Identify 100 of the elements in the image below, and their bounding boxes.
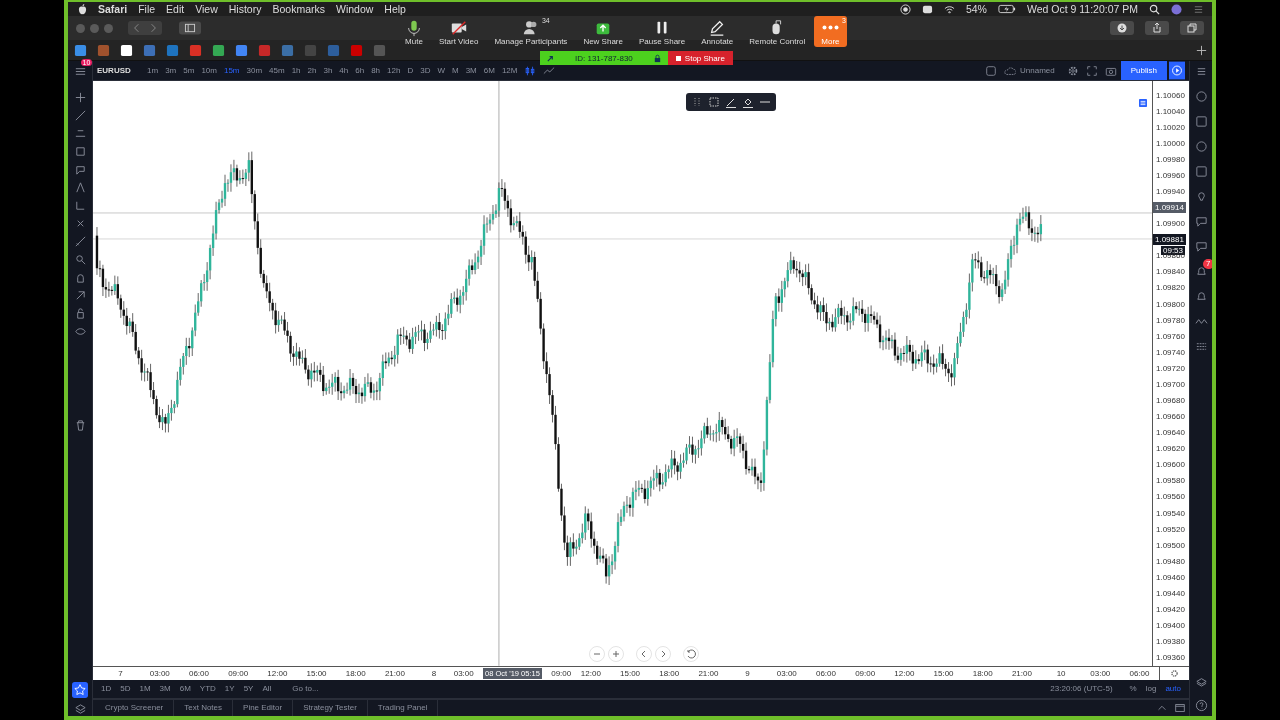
range-button[interactable]: 5D: [120, 684, 131, 694]
sidebar-tool-icon[interactable]: [1194, 140, 1208, 153]
wifi-icon[interactable]: [943, 3, 955, 15]
search-icon[interactable]: [1149, 3, 1160, 15]
help-icon[interactable]: [1194, 699, 1208, 712]
select-icon[interactable]: [707, 95, 721, 109]
go-to-button[interactable]: Go to...: [292, 684, 319, 694]
window-zoom-dot[interactable]: [104, 23, 113, 33]
share-icon[interactable]: [1145, 21, 1169, 35]
panel-tab[interactable]: Crypto Screener: [95, 700, 175, 716]
menu-item[interactable]: File: [138, 3, 156, 15]
range-button[interactable]: 5Y: [243, 684, 254, 694]
drawing-tool-icon[interactable]: [73, 163, 87, 176]
interval-tab[interactable]: 3D: [417, 66, 434, 75]
scroll-right-icon[interactable]: [655, 645, 671, 662]
zoom-out-icon[interactable]: [589, 645, 605, 662]
meeting-control-button[interactable]: Mute: [398, 16, 430, 47]
menu-icon[interactable]: [73, 65, 87, 78]
scale-toggle[interactable]: log: [1145, 684, 1157, 694]
layout-name[interactable]: Unnamed: [1020, 66, 1055, 75]
interval-tab[interactable]: 12h: [384, 66, 404, 75]
range-button[interactable]: 1Y: [224, 684, 235, 694]
drawing-tool-icon[interactable]: [73, 235, 87, 248]
menu-clock[interactable]: Wed Oct 9 11:20:07 PM: [1026, 3, 1138, 15]
interval-tab[interactable]: 1m: [144, 66, 162, 75]
interval-tab[interactable]: 3M: [462, 66, 480, 75]
sidebar-tool-icon[interactable]: [1194, 115, 1208, 128]
record-icon[interactable]: [899, 3, 911, 15]
chart-clock[interactable]: 23:20:06 (UTC-5): [1050, 684, 1113, 694]
apple-logo-icon[interactable]: [78, 3, 87, 15]
menu-item[interactable]: Bookmarks: [272, 3, 325, 15]
drawing-tool-icon[interactable]: [73, 181, 87, 194]
window-minimize-dot[interactable]: [90, 23, 99, 33]
interval-tab[interactable]: 3h: [320, 66, 336, 75]
interval-tab[interactable]: 3m: [162, 66, 180, 75]
drawing-tool-icon[interactable]: [73, 127, 87, 140]
symbol-label[interactable]: EURUSD: [97, 66, 143, 75]
interval-tab[interactable]: 10m: [198, 66, 220, 75]
object-tree-icon[interactable]: [1139, 99, 1147, 107]
sidebar-tool-icon[interactable]: [1194, 340, 1208, 353]
interval-tab[interactable]: 2h: [304, 66, 320, 75]
interval-tab[interactable]: 4h: [336, 66, 352, 75]
settings-icon[interactable]: [1066, 64, 1079, 77]
sidebar-icon[interactable]: [179, 21, 201, 35]
interval-tab[interactable]: M: [449, 66, 462, 75]
bookmark-icon[interactable]: [120, 43, 133, 57]
drawing-tool-icon[interactable]: [73, 199, 87, 212]
range-button[interactable]: All: [262, 684, 272, 694]
range-button[interactable]: 1M: [139, 684, 151, 694]
meeting-control-button[interactable]: Remote Control: [742, 16, 813, 47]
layers-icon[interactable]: [73, 703, 87, 716]
meeting-id-bar[interactable]: ID: 131-787-830: [540, 51, 668, 65]
range-button[interactable]: 6M: [179, 684, 191, 694]
window-icon[interactable]: [1174, 702, 1186, 714]
range-button[interactable]: YTD: [199, 684, 216, 694]
menu-item[interactable]: Help: [384, 3, 406, 15]
interval-tab[interactable]: 5m: [180, 66, 198, 75]
interval-tab[interactable]: 30m: [243, 66, 266, 75]
menu-item[interactable]: Edit: [166, 3, 185, 15]
meeting-control-button[interactable]: Annotate: [694, 16, 741, 47]
camera-icon[interactable]: [921, 3, 933, 15]
range-button[interactable]: 3M: [159, 684, 171, 694]
interval-tab[interactable]: 15m: [220, 66, 243, 75]
range-button[interactable]: 1D: [101, 684, 112, 694]
settings-icon[interactable]: [1170, 668, 1180, 678]
list-icon[interactable]: [1193, 3, 1204, 15]
star-button-icon[interactable]: [72, 682, 88, 698]
interval-tab[interactable]: 6h: [352, 66, 368, 75]
play-icon[interactable]: [1169, 61, 1185, 80]
sidebar-tool-icon[interactable]: [1194, 290, 1208, 303]
interval-tab[interactable]: D: [404, 66, 417, 75]
scroll-left-icon[interactable]: [636, 645, 652, 662]
sidebar-tool-icon[interactable]: [1194, 90, 1208, 103]
panel-tab[interactable]: Trading Panel: [367, 700, 439, 716]
meeting-control-button[interactable]: Start Video: [432, 16, 486, 47]
drawing-tool-icon[interactable]: [73, 109, 87, 122]
sidebar-tool-icon[interactable]: [1194, 215, 1208, 228]
sidebar-tool-icon[interactable]: [1194, 265, 1208, 278]
panel-tab[interactable]: Strategy Tester: [293, 700, 368, 716]
tabs-icon[interactable]: [1180, 21, 1204, 35]
drawing-tool-icon[interactable]: [73, 145, 87, 158]
interval-tab[interactable]: 8h: [368, 66, 384, 75]
square-icon[interactable]: [985, 64, 998, 77]
drawing-tool-icon[interactable]: [73, 325, 87, 338]
interval-tab[interactable]: 45m: [266, 66, 288, 75]
fullscreen-icon[interactable]: [1085, 64, 1098, 77]
stop-share-button[interactable]: Stop Share: [667, 51, 733, 65]
zoom-in-icon[interactable]: [608, 645, 624, 662]
panel-tab[interactable]: Pine Editor: [233, 700, 294, 716]
menu-item[interactable]: History: [228, 3, 262, 15]
download-icon[interactable]: [1110, 21, 1134, 35]
meeting-control-button[interactable]: New Share: [576, 16, 630, 47]
line-chart-icon[interactable]: [543, 64, 556, 77]
menu-item[interactable]: Window: [335, 3, 374, 15]
battery-icon[interactable]: [997, 4, 1016, 14]
panel-tab[interactable]: Text Notes: [174, 700, 234, 716]
interval-tab[interactable]: W: [434, 66, 448, 75]
meeting-control-button[interactable]: Pause Share: [631, 16, 693, 47]
sidebar-tool-icon[interactable]: [1194, 240, 1208, 253]
menu-app-name[interactable]: Safari: [98, 3, 128, 15]
